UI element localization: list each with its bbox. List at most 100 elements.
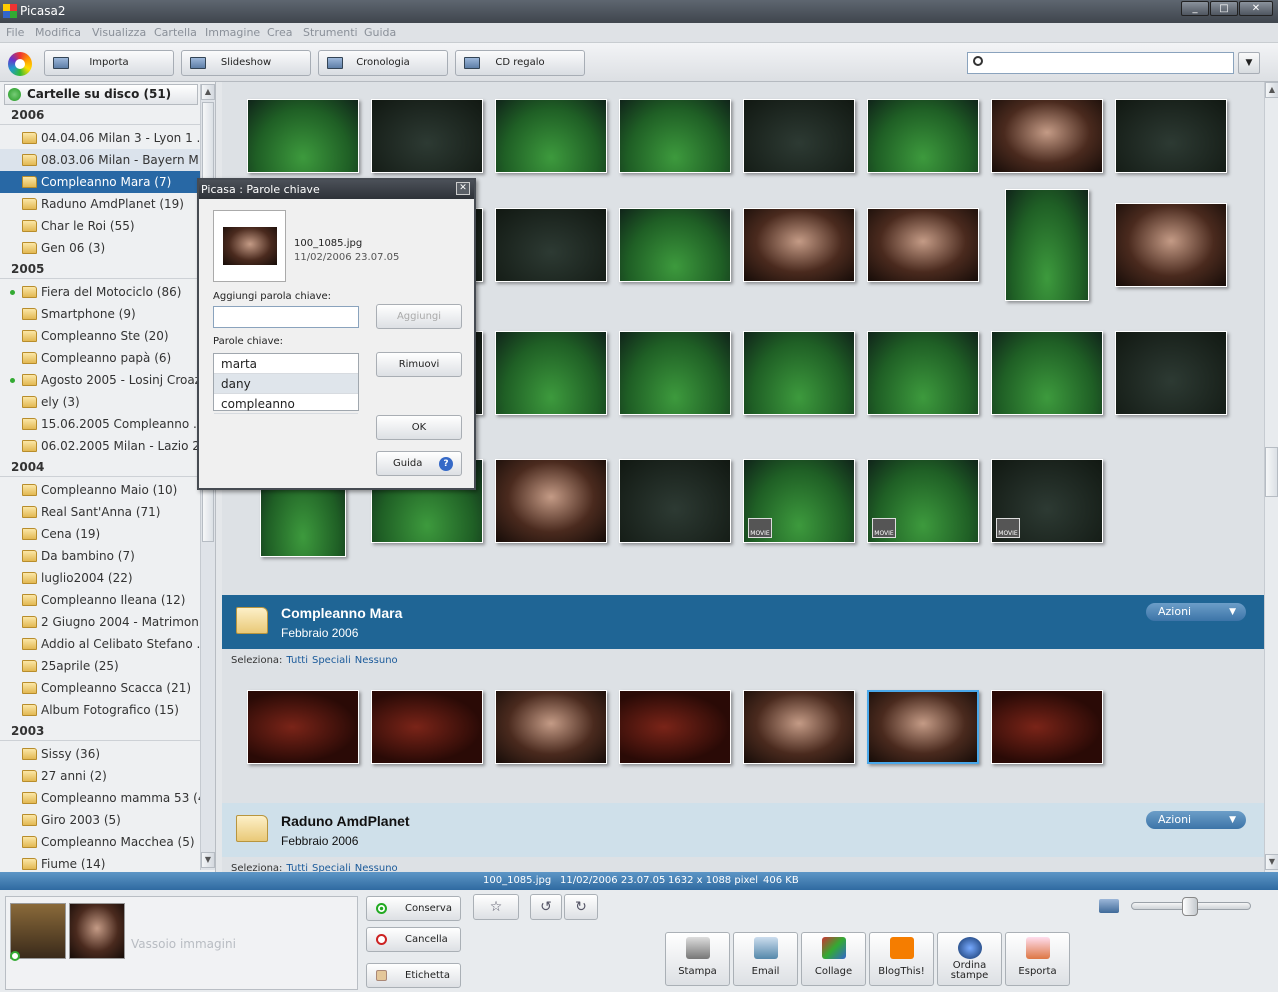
photo-thumbnail[interactable]: MOVIE [991, 459, 1103, 543]
keyword-item[interactable]: compleanno [214, 394, 358, 414]
star-button[interactable]: ☆ [473, 894, 519, 920]
select-special-link[interactable]: Speciali [312, 655, 351, 666]
sidebar-folder-item[interactable]: Compleanno Maio (10) [0, 479, 200, 501]
menu-guida[interactable]: Guida [364, 26, 396, 39]
sidebar-folder-item[interactable]: luglio2004 (22) [0, 567, 200, 589]
photo-thumbnail[interactable] [1005, 189, 1089, 301]
clear-button[interactable]: Cancella [366, 927, 461, 952]
sidebar-folder-item[interactable]: Compleanno Scacca (21) [0, 677, 200, 699]
sidebar-folder-item[interactable]: Da bambino (7) [0, 545, 200, 567]
keyword-item[interactable]: marta [214, 354, 358, 374]
sidebar-folder-item[interactable]: Compleanno Macchea (5) [0, 831, 200, 853]
photo-thumbnail[interactable] [867, 99, 979, 173]
scroll-down-icon[interactable]: ▼ [201, 852, 215, 868]
sidebar-folder-item[interactable]: Smartphone (9) [0, 303, 200, 325]
photo-thumbnail[interactable] [495, 459, 607, 543]
timeline-button[interactable]: Cronologia [318, 50, 448, 76]
photo-thumbnail[interactable] [619, 690, 731, 764]
menu-visualizza[interactable]: Visualizza [92, 26, 146, 39]
maximize-button[interactable]: □ [1210, 1, 1238, 16]
year-group-header[interactable]: 2006 [0, 105, 200, 125]
scroll-up-icon[interactable]: ▲ [1265, 82, 1278, 98]
photo-thumbnail[interactable] [743, 331, 855, 415]
gift-cd-button[interactable]: CD regalo [455, 50, 585, 76]
photo-thumbnail[interactable] [867, 208, 979, 282]
close-button[interactable]: ✕ [1239, 1, 1273, 16]
slideshow-button[interactable]: Slideshow [181, 50, 311, 76]
ok-button[interactable]: OK [376, 415, 462, 440]
sidebar-folder-item[interactable]: Addio al Celibato Stefano ... [0, 633, 200, 655]
sidebar-folder-item[interactable]: Real Sant'Anna (71) [0, 501, 200, 523]
sidebar-folder-item[interactable]: ely (3) [0, 391, 200, 413]
menu-modifica[interactable]: Modifica [35, 26, 81, 39]
menu-strumenti[interactable]: Strumenti [303, 26, 358, 39]
sidebar-folder-item[interactable]: Cena (19) [0, 523, 200, 545]
select-none-link[interactable]: Nessuno [355, 655, 398, 666]
select-all-link[interactable]: Tutti [286, 655, 308, 666]
album-actions-button[interactable]: Azioni [1146, 603, 1246, 621]
import-button[interactable]: Importa [44, 50, 174, 76]
photo-thumbnail[interactable] [247, 99, 359, 173]
select-none-link[interactable]: Nessuno [355, 863, 398, 872]
search-dropdown-button[interactable]: ▼ [1238, 52, 1260, 74]
email-button[interactable]: Email [733, 932, 798, 986]
selected-photo-thumbnail[interactable] [867, 690, 979, 764]
minimize-button[interactable]: _ [1181, 1, 1209, 16]
print-button[interactable]: Stampa [665, 932, 730, 986]
sidebar-folder-item[interactable]: Compleanno Mara (7) [0, 171, 200, 193]
sidebar-folder-item[interactable]: Compleanno mamma 53 (4) [0, 787, 200, 809]
photo-thumbnail[interactable] [495, 331, 607, 415]
photo-thumbnail[interactable] [1115, 99, 1227, 173]
sidebar-folder-item[interactable]: Char le Roi (55) [0, 215, 200, 237]
photo-thumbnail[interactable] [247, 690, 359, 764]
photo-thumbnail[interactable] [743, 208, 855, 282]
keyword-item[interactable]: dany [214, 374, 358, 394]
photo-thumbnail[interactable] [743, 99, 855, 173]
add-keyword-button[interactable]: Aggiungi [376, 304, 462, 329]
menu-cartella[interactable]: Cartella [154, 26, 197, 39]
search-input[interactable] [967, 52, 1234, 74]
photo-thumbnail[interactable] [495, 690, 607, 764]
sidebar-folder-item[interactable]: 15.06.2005 Compleanno ... [0, 413, 200, 435]
hold-button[interactable]: Conserva [366, 896, 461, 921]
sidebar-folder-item[interactable]: 25aprile (25) [0, 655, 200, 677]
scroll-down-icon[interactable]: ▼ [1265, 854, 1278, 870]
photo-thumbnail[interactable] [619, 459, 731, 543]
photo-thumbnail[interactable] [1115, 331, 1227, 415]
menu-immagine[interactable]: Immagine [205, 26, 260, 39]
photo-thumbnail[interactable] [991, 99, 1103, 173]
menu-crea[interactable]: Crea [267, 26, 292, 39]
tray-thumbnail[interactable] [10, 903, 66, 959]
sidebar-folder-item[interactable]: 06.02.2005 Milan - Lazio 2-... [0, 435, 200, 457]
rotate-left-button[interactable]: ↺ [530, 894, 562, 920]
sidebar-folder-item[interactable]: 08.03.06 Milan - Bayern M... [0, 149, 200, 171]
sidebar-folder-item[interactable]: Raduno AmdPlanet (19) [0, 193, 200, 215]
photo-thumbnail[interactable] [743, 690, 855, 764]
sidebar-folder-item[interactable]: Fiera del Motociclo (86) [0, 281, 200, 303]
sidebar-folder-item[interactable]: Giro 2003 (5) [0, 809, 200, 831]
sidebar-folder-item[interactable]: Compleanno Ileana (12) [0, 589, 200, 611]
sidebar-folder-item[interactable]: 27 anni (2) [0, 765, 200, 787]
photo-thumbnail[interactable] [371, 99, 483, 173]
order-prints-button[interactable]: Ordina stampe [937, 932, 1002, 986]
year-group-header[interactable]: 2004 [0, 457, 200, 477]
sidebar-folder-item[interactable]: Compleanno Ste (20) [0, 325, 200, 347]
photo-thumbnail[interactable] [991, 690, 1103, 764]
slider-knob[interactable] [1182, 897, 1198, 916]
collage-button[interactable]: Collage [801, 932, 866, 986]
album-actions-button[interactable]: Azioni [1146, 811, 1246, 829]
sidebar-folder-item[interactable]: Agosto 2005 - Losinj Croaz... [0, 369, 200, 391]
remove-keyword-button[interactable]: Rimuovi [376, 352, 462, 377]
photo-thumbnail[interactable] [867, 331, 979, 415]
picasa-home-icon[interactable] [8, 52, 32, 76]
sidebar-folder-item[interactable]: Album Fotografico (15) [0, 699, 200, 721]
year-group-header[interactable]: 2005 [0, 259, 200, 279]
year-group-header[interactable]: 2003 [0, 721, 200, 741]
sidebar-folder-item[interactable]: Fiume (14) [0, 853, 200, 872]
label-button[interactable]: Etichetta [366, 963, 461, 988]
menu-file[interactable]: File [6, 26, 24, 39]
photo-thumbnail[interactable] [619, 331, 731, 415]
add-keyword-input[interactable] [213, 306, 359, 328]
photo-thumbnail[interactable] [371, 690, 483, 764]
select-all-link[interactable]: Tutti [286, 863, 308, 872]
